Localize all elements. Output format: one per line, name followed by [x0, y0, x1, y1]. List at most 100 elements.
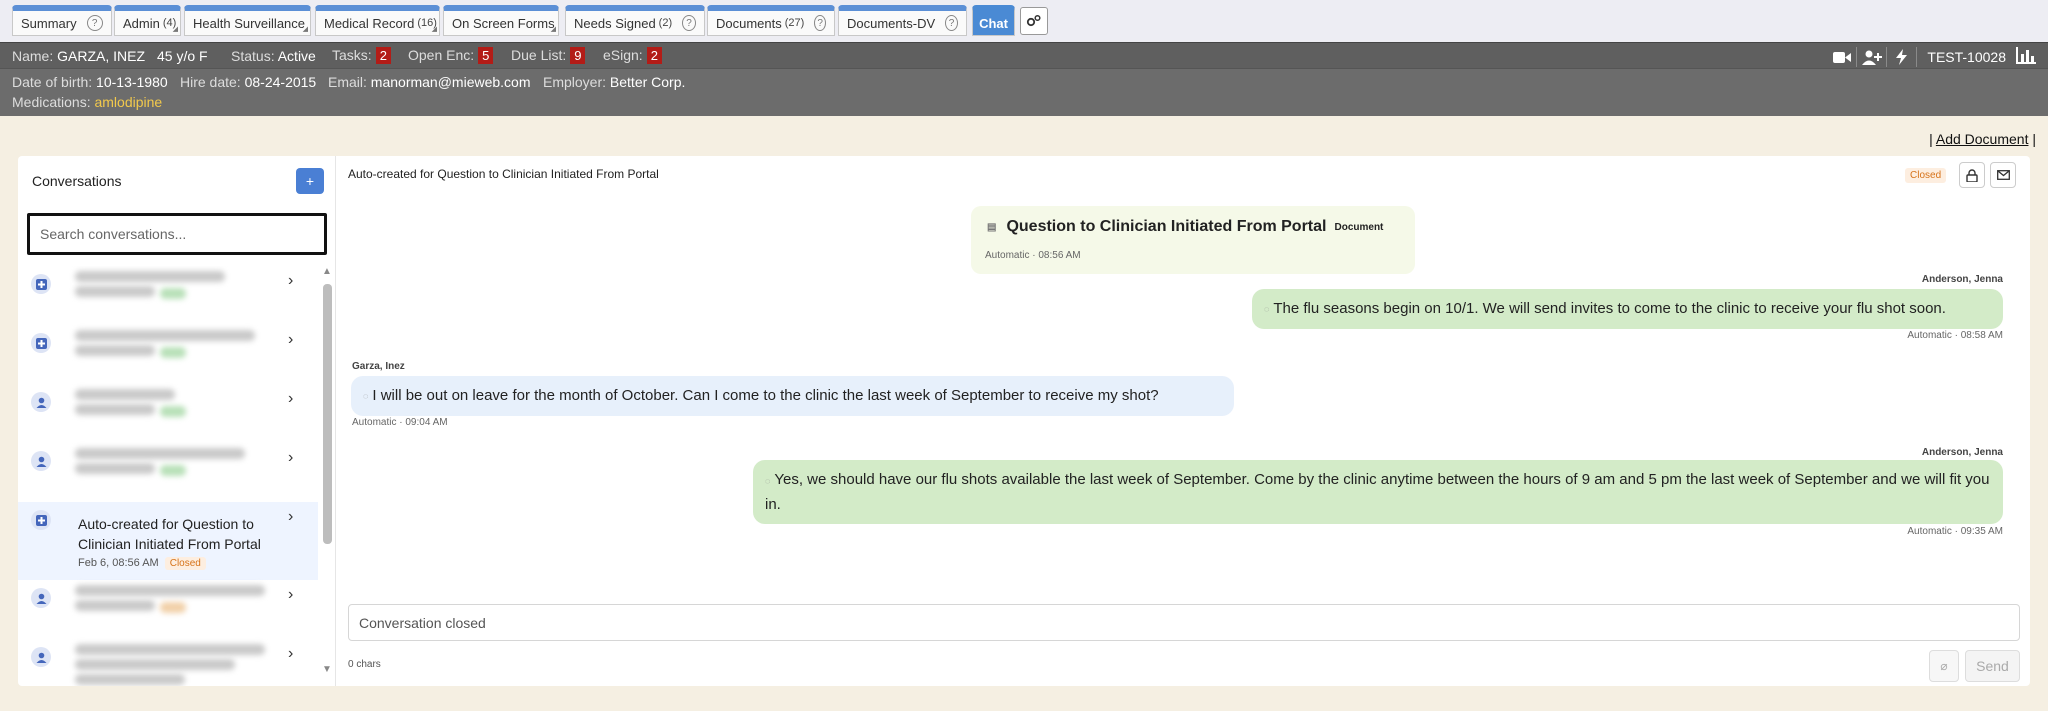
patient-status: Active [277, 48, 316, 64]
tab-bar: Summary ? Admin (4) ◢ Health Surveillance… [0, 0, 2048, 42]
message-status-icon: ◌ [1264, 304, 1270, 314]
message-bubble-outgoing: ◌ The flu seasons begin on 10/1. We will … [1252, 289, 2003, 329]
esign-badge: 2 [646, 47, 662, 64]
due-list-link[interactable]: Due List: 9 [511, 47, 586, 64]
conversation-list: › › › › Auto-created for Question to Cli… [18, 266, 318, 686]
conversation-title: Auto-created for Question to Clinician I… [78, 516, 261, 552]
message-bubble-incoming: ◌ I will be out on leave for the month of… [351, 376, 1234, 416]
message-meta: Automatic · 08:58 AM [1907, 330, 2003, 341]
document-meta: Automatic · 08:56 AM [985, 250, 1081, 261]
document-plus-icon [31, 274, 51, 294]
patient-employer: Better Corp. [609, 74, 686, 90]
tab-admin[interactable]: Admin (4) ◢ [114, 5, 181, 36]
envelope-icon [1996, 170, 2010, 180]
list-item[interactable]: › [18, 266, 318, 325]
conversation-list-scrollbar[interactable]: ▲ ▼ [320, 266, 334, 676]
conversations-title: Conversations [32, 173, 122, 189]
list-item[interactable]: › [18, 384, 318, 443]
email-button[interactable] [1990, 162, 2016, 188]
chevron-right-icon: › [288, 390, 294, 407]
chevron-right-icon: › [288, 645, 294, 662]
send-button[interactable]: Send [1965, 650, 2020, 682]
lock-icon [1966, 168, 1978, 182]
scrollbar-thumb[interactable] [323, 284, 332, 544]
lightning-icon[interactable] [1887, 47, 1918, 67]
chat-status-badge: Closed [1905, 168, 1947, 183]
due-list-badge: 9 [570, 47, 586, 64]
tab-summary[interactable]: Summary ? [12, 5, 112, 36]
message-sender: Garza, Inez [352, 361, 405, 372]
patient-age-sex: 45 y/o F [157, 48, 208, 64]
user-icon [31, 588, 51, 608]
settings-gears-button[interactable] [1020, 7, 1048, 35]
chevron-right-icon: › [288, 449, 294, 466]
tab-on-screen-forms[interactable]: On Screen Forms ◢ [443, 5, 559, 36]
new-conversation-button[interactable]: + [296, 168, 324, 194]
message-status-icon: ◌ [765, 475, 771, 486]
chevron-right-icon: › [288, 331, 294, 348]
message-sender: Anderson, Jenna [1921, 447, 2003, 458]
chevron-right-icon: › [288, 508, 294, 525]
user-icon [31, 392, 51, 412]
list-item[interactable]: › [18, 325, 318, 384]
help-icon[interactable]: ? [945, 15, 958, 31]
document-card[interactable]: ▤ Question to Clinician Initiated From Po… [971, 206, 1415, 274]
add-document-link[interactable]: Add Document [1936, 131, 2029, 147]
add-document-bar: | Add Document | [1929, 131, 2036, 147]
list-item-selected[interactable]: Auto-created for Question to Clinician I… [18, 502, 318, 580]
chat-title: Auto-created for Question to Clinician I… [348, 167, 659, 181]
tab-needs-signed[interactable]: Needs Signed (2) ? [565, 5, 705, 36]
resize-corner-icon: ◢ [302, 26, 308, 33]
help-icon[interactable]: ? [682, 15, 696, 31]
message-sender: Anderson, Jenna [1921, 274, 2003, 285]
search-conversations-input[interactable] [27, 213, 327, 255]
chevron-right-icon: › [288, 586, 294, 603]
tab-documents-dv[interactable]: Documents-DV ? [838, 5, 967, 36]
patient-summary-row: Name: GARZA, INEZ 45 y/o F Status: Activ… [0, 42, 2048, 69]
document-plus-icon [31, 333, 51, 353]
status-badge: Closed [164, 557, 206, 570]
resize-corner-icon: ◢ [431, 26, 437, 33]
user-icon [31, 647, 51, 667]
resize-corner-icon: ◢ [172, 26, 178, 33]
paperclip-icon: ⌀ [1940, 659, 1948, 673]
list-item[interactable]: › [18, 580, 318, 639]
open-enc-link[interactable]: Open Enc: 5 [408, 47, 494, 64]
conversation-date: Feb 6, 08:56 AM [78, 557, 159, 569]
list-item[interactable]: › [18, 443, 318, 502]
patient-email: manorman@mieweb.com [370, 74, 531, 90]
test-id: TEST-10028 [1927, 49, 2006, 65]
chat-panel: Conversations + › › [18, 156, 2030, 686]
chevron-right-icon: › [288, 272, 294, 289]
user-icon [31, 451, 51, 471]
resize-corner-icon: ◢ [550, 26, 556, 33]
tasks-link[interactable]: Tasks: 2 [332, 47, 391, 64]
tab-health-surveillance[interactable]: Health Surveillance ◢ [184, 5, 311, 36]
scroll-up-icon[interactable]: ▲ [322, 266, 332, 277]
attach-button[interactable]: ⌀ [1929, 650, 1959, 682]
tab-chat[interactable]: Chat [972, 5, 1015, 36]
char-count: 0 chars [348, 659, 381, 670]
tab-medical-record[interactable]: Medical Record (16) ◢ [315, 5, 440, 36]
patient-medications[interactable]: amlodipine [94, 94, 162, 110]
patient-name: GARZA, INEZ [57, 48, 146, 64]
document-plus-icon [31, 510, 51, 530]
conversations-sidebar: Conversations + › › [18, 156, 336, 686]
bar-chart-icon[interactable] [2016, 47, 2036, 67]
add-user-icon[interactable] [1857, 47, 1888, 67]
scroll-down-icon[interactable]: ▼ [322, 664, 332, 675]
document-icon: ▤ [987, 221, 997, 233]
tasks-badge: 2 [375, 47, 391, 64]
esign-link[interactable]: eSign: 2 [603, 47, 662, 64]
help-icon[interactable]: ? [86, 15, 103, 31]
message-composer[interactable]: Conversation closed [348, 604, 2020, 641]
video-icon[interactable] [1827, 47, 1858, 67]
list-item[interactable]: › [18, 639, 318, 686]
help-icon[interactable]: ? [814, 15, 826, 31]
patient-dob: 10-13-1980 [96, 74, 168, 90]
unlock-button[interactable] [1959, 162, 1985, 188]
tab-documents[interactable]: Documents (27) ? [707, 5, 835, 36]
message-status-icon: ◌ [363, 391, 369, 401]
message-bubble-outgoing: ◌ Yes, we should have our flu shots avail… [753, 460, 2003, 524]
message-meta: Automatic · 09:04 AM [352, 417, 448, 428]
